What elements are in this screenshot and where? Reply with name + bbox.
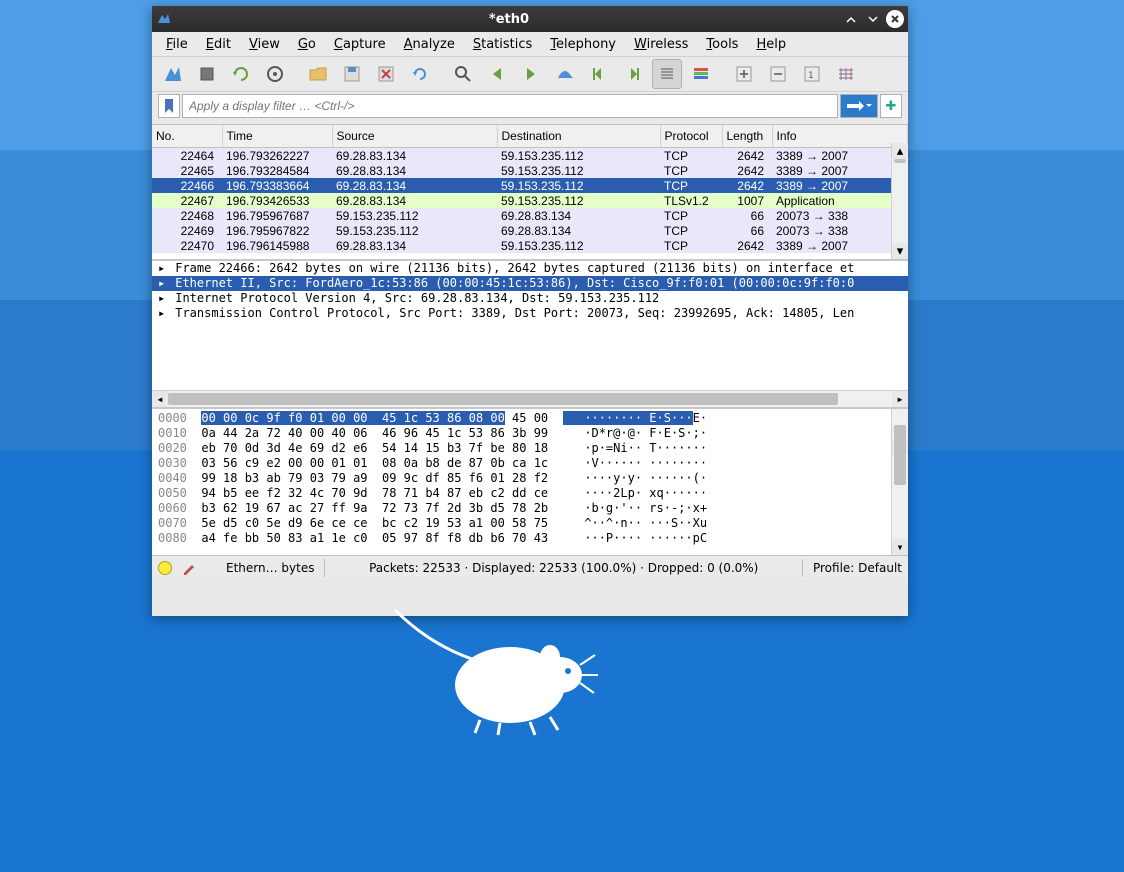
- packet-row[interactable]: 22464196.79326222769.28.83.13459.153.235…: [152, 148, 908, 164]
- go-to-packet-icon[interactable]: [550, 59, 580, 89]
- menu-edit[interactable]: Edit: [198, 35, 239, 54]
- scroll-down-icon[interactable]: ▾: [892, 539, 908, 555]
- status-left: Ethern… bytes: [226, 561, 314, 575]
- column-header-protocol[interactable]: Protocol: [660, 125, 722, 148]
- expert-info-icon[interactable]: [158, 561, 172, 575]
- menu-wireless[interactable]: Wireless: [626, 35, 696, 54]
- packet-row[interactable]: 22468196.79596768759.153.235.11269.28.83…: [152, 208, 908, 223]
- detail-row[interactable]: ▸ Frame 22466: 2642 bytes on wire (21136…: [152, 261, 908, 276]
- zoom-out-icon[interactable]: [763, 59, 793, 89]
- edit-capture-comment-icon[interactable]: [182, 561, 196, 575]
- scroll-down-icon[interactable]: ▾: [892, 243, 908, 259]
- packet-row[interactable]: 22465196.79328458469.28.83.13459.153.235…: [152, 163, 908, 178]
- find-icon[interactable]: [448, 59, 478, 89]
- packet-list-scrollbar[interactable]: ▴ ▾: [891, 143, 908, 259]
- column-header-no[interactable]: No.: [152, 125, 222, 148]
- maximize-button[interactable]: [864, 10, 882, 28]
- column-header-length[interactable]: Length: [722, 125, 772, 148]
- packet-bytes-pane[interactable]: 0000 00 00 0c 9f f0 01 00 00 45 1c 53 86…: [152, 407, 908, 555]
- packet-row[interactable]: 22467196.79342653369.28.83.13459.153.235…: [152, 193, 908, 208]
- details-hscrollbar[interactable]: ◂ ▸: [152, 390, 908, 407]
- autoscroll-icon[interactable]: [652, 59, 682, 89]
- go-last-icon[interactable]: [618, 59, 648, 89]
- menu-file[interactable]: File: [158, 35, 196, 54]
- menu-go[interactable]: Go: [290, 35, 324, 54]
- scroll-up-icon[interactable]: ▴: [892, 143, 908, 159]
- status-profile[interactable]: Profile: Default: [813, 561, 902, 575]
- hex-scrollbar[interactable]: ▴ ▾: [891, 409, 908, 555]
- close-button[interactable]: [886, 10, 904, 28]
- filter-add-button[interactable]: ✚: [880, 94, 902, 118]
- restart-capture-icon[interactable]: [226, 59, 256, 89]
- scroll-left-icon[interactable]: ◂: [152, 391, 168, 407]
- shark-fin-icon[interactable]: [158, 59, 188, 89]
- capture-options-icon[interactable]: [260, 59, 290, 89]
- detail-row[interactable]: ▸ Transmission Control Protocol, Src Por…: [152, 306, 908, 321]
- zoom-reset-icon[interactable]: 1: [797, 59, 827, 89]
- packet-details-pane[interactable]: ▸ Frame 22466: 2642 bytes on wire (21136…: [152, 259, 908, 407]
- column-header-destination[interactable]: Destination: [497, 125, 660, 148]
- filter-apply-button[interactable]: [840, 94, 878, 118]
- status-packets: Packets: 22533 · Displayed: 22533 (100.0…: [335, 561, 792, 575]
- menu-view[interactable]: View: [241, 35, 288, 54]
- go-back-icon[interactable]: [482, 59, 512, 89]
- column-header-source[interactable]: Source: [332, 125, 497, 148]
- go-first-icon[interactable]: [584, 59, 614, 89]
- display-filter-input[interactable]: [182, 94, 838, 118]
- statusbar: Ethern… bytes Packets: 22533 · Displayed…: [152, 555, 908, 580]
- detail-row[interactable]: ▸ Ethernet II, Src: FordAero_1c:53:86 (0…: [152, 276, 908, 291]
- scroll-thumb[interactable]: [894, 425, 906, 485]
- xfce-mouse-logo: [380, 605, 620, 745]
- menu-statistics[interactable]: Statistics: [465, 35, 540, 54]
- titlebar: *eth0: [152, 6, 908, 32]
- zoom-in-icon[interactable]: [729, 59, 759, 89]
- wireshark-window: *eth0 FileEditViewGoCaptureAnalyzeStatis…: [152, 6, 908, 616]
- open-file-icon[interactable]: [303, 59, 333, 89]
- packet-row[interactable]: 22469196.79596782259.153.235.11269.28.83…: [152, 223, 908, 238]
- save-file-icon[interactable]: [337, 59, 367, 89]
- filter-bookmark-button[interactable]: [158, 94, 180, 118]
- packet-row[interactable]: 22470196.79614598869.28.83.13459.153.235…: [152, 238, 908, 253]
- menu-capture[interactable]: Capture: [326, 35, 394, 54]
- hex-content[interactable]: 0000 00 00 0c 9f f0 01 00 00 45 1c 53 86…: [158, 411, 902, 546]
- reload-icon[interactable]: [405, 59, 435, 89]
- window-title: *eth0: [176, 12, 842, 27]
- filter-bar: ✚: [152, 92, 908, 124]
- detail-row[interactable]: ▸ Internet Protocol Version 4, Src: 69.2…: [152, 291, 908, 306]
- stop-capture-icon[interactable]: [192, 59, 222, 89]
- colorize-icon[interactable]: [686, 59, 716, 89]
- menu-telephony[interactable]: Telephony: [542, 35, 624, 54]
- scroll-thumb[interactable]: [168, 393, 838, 405]
- menu-help[interactable]: Help: [748, 35, 794, 54]
- minimize-button[interactable]: [842, 10, 860, 28]
- menu-tools[interactable]: Tools: [698, 35, 746, 54]
- app-icon: [156, 11, 172, 27]
- packet-list-pane[interactable]: No.TimeSourceDestinationProtocolLengthIn…: [152, 124, 908, 259]
- column-header-info[interactable]: Info: [772, 125, 908, 148]
- resize-columns-icon[interactable]: [831, 59, 861, 89]
- svg-text:1: 1: [808, 71, 814, 81]
- scroll-right-icon[interactable]: ▸: [892, 391, 908, 407]
- go-forward-icon[interactable]: [516, 59, 546, 89]
- column-header-time[interactable]: Time: [222, 125, 332, 148]
- close-file-icon[interactable]: [371, 59, 401, 89]
- scroll-thumb[interactable]: [894, 159, 906, 163]
- toolbar: 1: [152, 57, 908, 92]
- menubar: FileEditViewGoCaptureAnalyzeStatisticsTe…: [152, 32, 908, 57]
- menu-analyze[interactable]: Analyze: [396, 35, 463, 54]
- packet-row[interactable]: 22466196.79338366469.28.83.13459.153.235…: [152, 178, 908, 193]
